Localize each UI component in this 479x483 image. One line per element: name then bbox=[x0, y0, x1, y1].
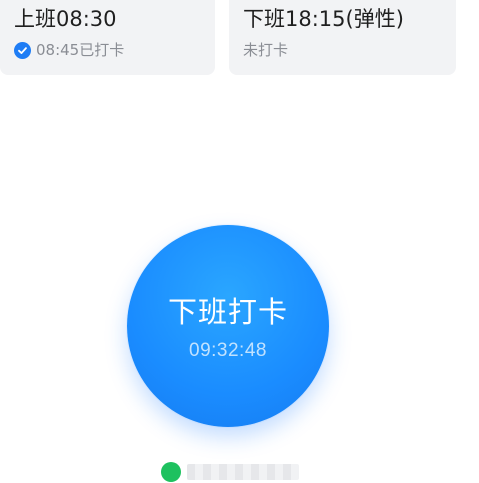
checkout-title: 下班18:15(弹性) bbox=[243, 7, 404, 31]
location-text-redacted bbox=[187, 464, 299, 480]
checkin-title: 上班08:30 bbox=[14, 7, 117, 31]
punch-button-time: 09:32:48 bbox=[189, 340, 267, 361]
checkin-card: 上班08:30 08:45已打卡 bbox=[0, 0, 215, 75]
checkin-status: 08:45已打卡 bbox=[14, 40, 124, 60]
checkout-punch-button[interactable]: 下班打卡 09:32:48 bbox=[127, 225, 329, 427]
checkout-status: 未打卡 bbox=[243, 40, 288, 60]
punch-button-label: 下班打卡 bbox=[167, 295, 288, 329]
checkout-card: 下班18:15(弹性) 未打卡 bbox=[229, 0, 456, 75]
checkin-status-text: 08:45已打卡 bbox=[36, 41, 125, 59]
checkout-status-text: 未打卡 bbox=[243, 41, 289, 59]
location-row bbox=[161, 461, 299, 483]
location-status-icon bbox=[161, 462, 181, 482]
check-circle-icon bbox=[14, 41, 31, 59]
